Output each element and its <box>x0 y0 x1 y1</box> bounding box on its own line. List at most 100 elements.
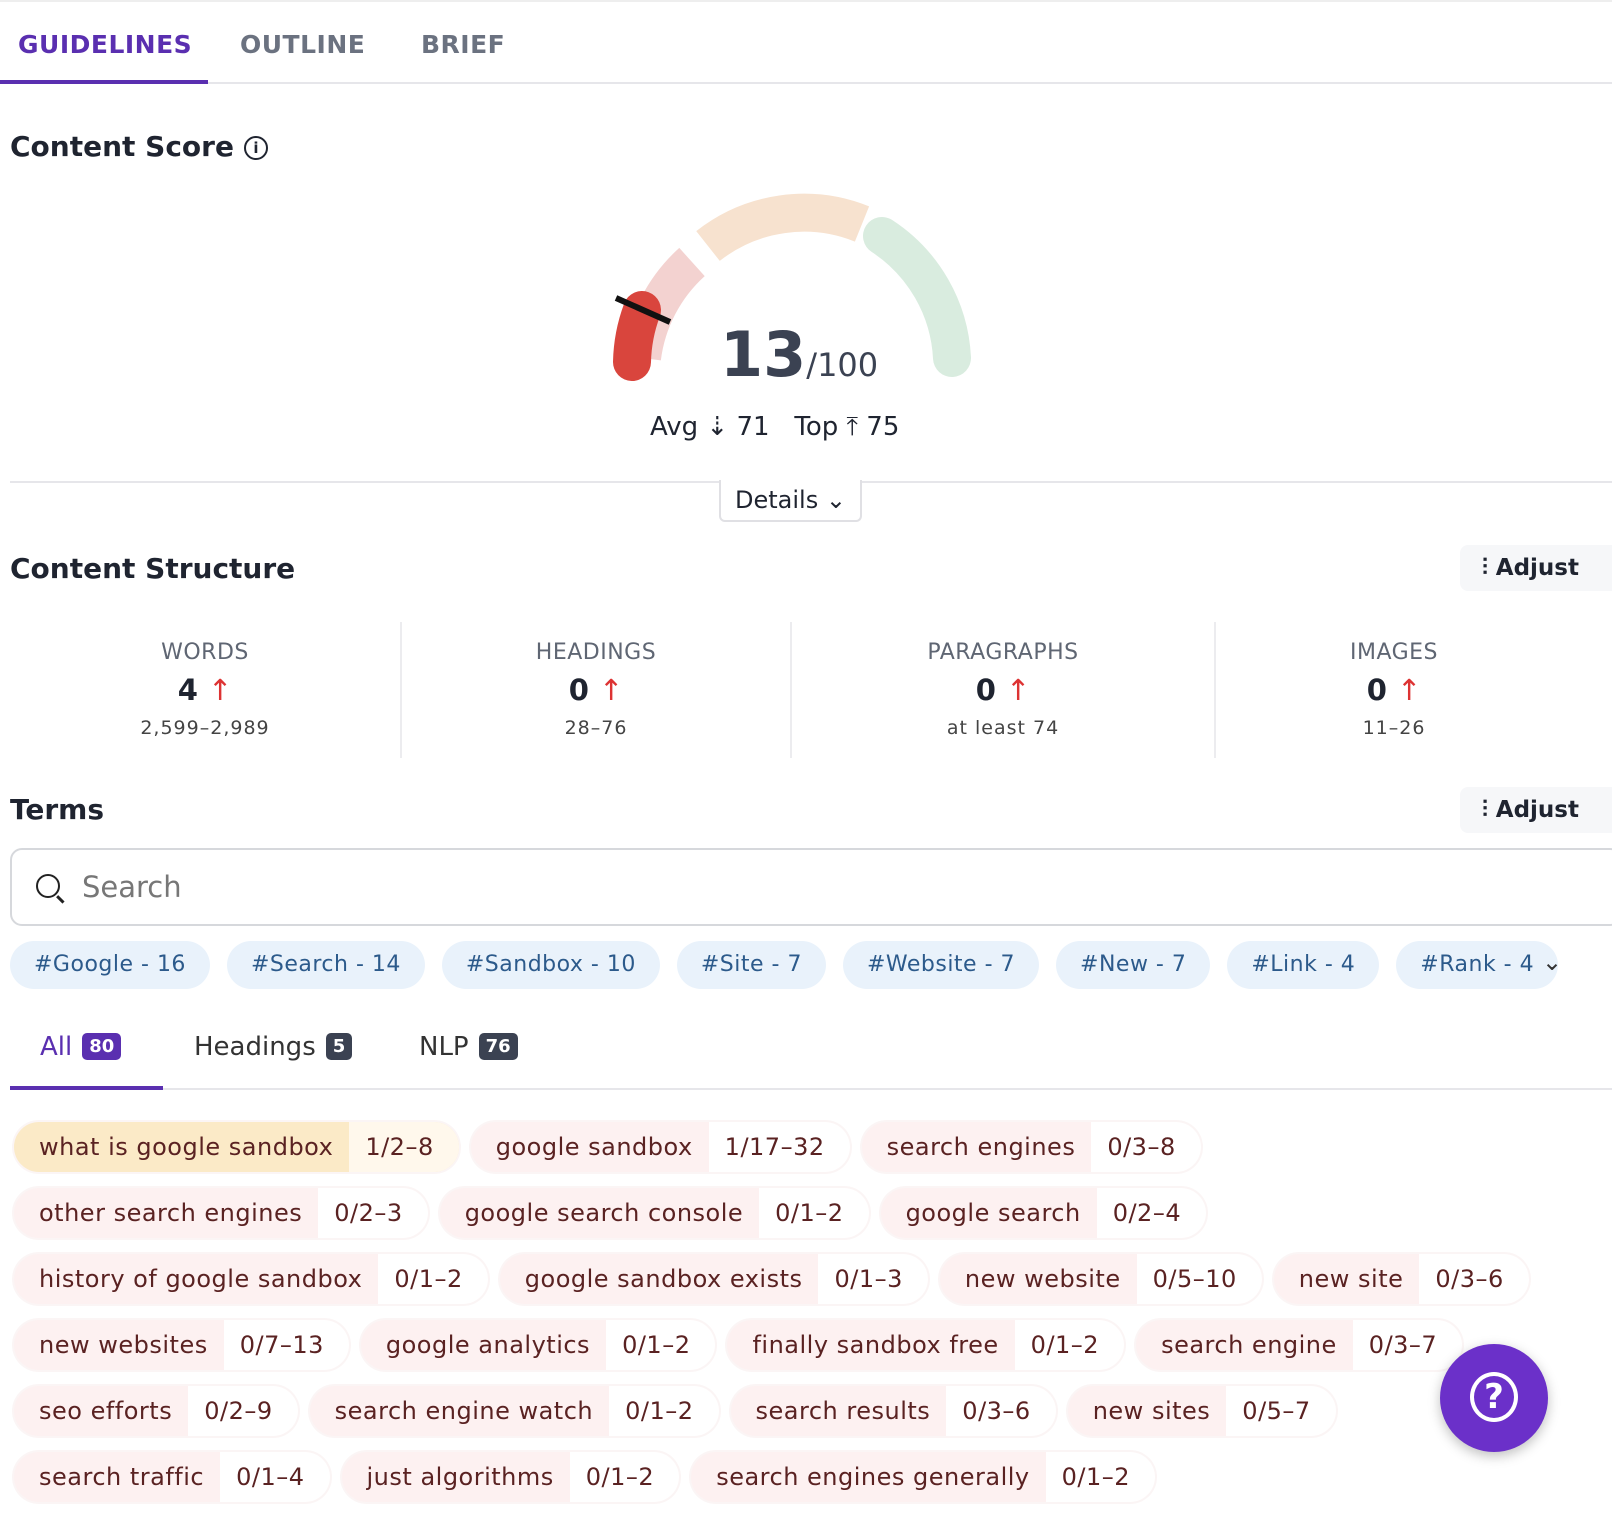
term-count: 0/1–2 <box>1014 1320 1125 1370</box>
term-text: just algorithms <box>366 1463 554 1491</box>
topic-tag[interactable]: #Website - 7 <box>842 941 1040 989</box>
benchmarks: Avg ⇣ 71 Top ⤒ 75 <box>650 412 899 443</box>
terms-adjust-button[interactable]: ⫶ Adjust <box>1460 787 1612 833</box>
stat-value: 4 <box>177 673 198 707</box>
active-tab-indicator <box>0 80 208 84</box>
term-chip[interactable]: history of google sandbox 0/1–2 <box>14 1254 488 1304</box>
structure-adjust-button[interactable]: ⫶ Adjust <box>1460 545 1612 591</box>
term-chip[interactable]: new site 0/3–6 <box>1273 1254 1529 1304</box>
term-chip[interactable]: what is google sandbox 1/2–8 <box>14 1122 459 1172</box>
subtab-label: All <box>40 1032 73 1062</box>
count-badge: 76 <box>478 1033 518 1060</box>
term-chip[interactable]: search results 0/3–6 <box>730 1386 1056 1436</box>
search-icon <box>36 874 60 898</box>
content-structure-title: Content Structure <box>10 552 296 585</box>
term-chip[interactable]: new website 0/5–10 <box>939 1254 1262 1304</box>
stat-range: at least 74 <box>946 717 1060 739</box>
chevron-down-icon[interactable]: ⌄ <box>1542 948 1562 976</box>
gauge-track-mid <box>696 193 870 262</box>
term-chip[interactable]: search engines generally 0/1–2 <box>691 1452 1156 1502</box>
stat-images: IMAGES 0 ↑ 11–26 <box>1216 622 1572 758</box>
term-text: google analytics <box>385 1331 591 1359</box>
topic-tag[interactable]: #New - 7 <box>1056 941 1211 989</box>
topic-tag[interactable]: #Site - 7 <box>676 941 826 989</box>
gauge-fill <box>613 291 661 381</box>
term-chip[interactable]: just algorithms 0/1–2 <box>341 1452 680 1502</box>
stat-label: PARAGRAPHS <box>927 640 1079 665</box>
term-count: 0/5–7 <box>1226 1386 1336 1436</box>
term-count: 0/1–2 <box>378 1254 488 1304</box>
details-label: Details <box>735 486 819 514</box>
arrow-up-icon: ↑ <box>598 673 624 707</box>
term-chip[interactable]: search engines 0/3–8 <box>861 1122 1201 1172</box>
term-text: search engine watch <box>334 1397 594 1425</box>
stat-value: 0 <box>1366 673 1387 707</box>
chevron-down-icon: ⌄ <box>825 486 846 514</box>
term-count: 0/1–2 <box>759 1188 869 1238</box>
term-chip[interactable]: google search console 0/1–2 <box>439 1188 869 1238</box>
term-text: search traffic <box>39 1463 205 1491</box>
term-count: 0/3–8 <box>1091 1122 1201 1172</box>
term-chip[interactable]: google sandbox 1/17–32 <box>470 1122 850 1172</box>
term-count: 0/1–2 <box>609 1386 719 1436</box>
gauge-track-high <box>863 217 971 377</box>
terms-list: what is google sandbox 1/2–8 google sandbo… <box>14 1122 1554 1502</box>
subtab-all[interactable]: All 80 <box>40 1032 122 1062</box>
term-chip[interactable]: other search engines 0/2–3 <box>14 1188 428 1238</box>
stat-words: WORDS 4 ↑ 2,599–2,989 <box>10 622 400 758</box>
adjust-label: Adjust <box>1495 797 1579 823</box>
tab-outline[interactable]: OUTLINE <box>240 30 365 59</box>
topic-tag[interactable]: #Sandbox - 10 <box>441 941 660 989</box>
stat-label: WORDS <box>161 640 249 665</box>
topic-tag[interactable]: #Search - 14 <box>226 941 425 989</box>
help-button[interactable]: ? <box>1440 1344 1548 1452</box>
search-placeholder: Search <box>82 870 182 904</box>
terms-title: Terms <box>10 793 105 826</box>
terms-search-input[interactable]: Search <box>10 848 1612 926</box>
stat-value: 0 <box>975 673 996 707</box>
stat-range: 11–26 <box>1362 717 1426 739</box>
term-text: search results <box>755 1397 931 1425</box>
term-text: search engine <box>1161 1331 1337 1359</box>
term-chip[interactable]: new sites 0/5–7 <box>1067 1386 1336 1436</box>
stat-label: IMAGES <box>1349 640 1439 665</box>
term-text: seo efforts <box>39 1397 173 1425</box>
content-score-title: Content Score i <box>10 130 268 163</box>
term-text: google search <box>905 1199 1081 1227</box>
stat-range: 2,599–2,989 <box>140 717 270 739</box>
tab-guidelines[interactable]: GUIDELINES <box>18 30 192 59</box>
term-text: what is google sandbox <box>39 1133 334 1161</box>
term-text: search engines generally <box>716 1463 1030 1491</box>
subtab-headings[interactable]: Headings 5 <box>194 1032 353 1062</box>
tab-brief[interactable]: BRIEF <box>421 30 505 59</box>
help-icon: ? <box>1470 1372 1518 1422</box>
info-icon[interactable]: i <box>243 136 268 160</box>
top-label: Top <box>794 412 839 442</box>
term-chip[interactable]: google sandbox exists 0/1–3 <box>499 1254 928 1304</box>
term-count: 0/3–6 <box>1419 1254 1529 1304</box>
term-chip[interactable]: seo efforts 0/2–9 <box>14 1386 298 1436</box>
term-chip[interactable]: search traffic 0/1–4 <box>14 1452 330 1502</box>
details-button[interactable]: Details ⌄ <box>719 480 862 522</box>
term-chip[interactable]: search engine 0/3–7 <box>1136 1320 1463 1370</box>
stat-value: 0 <box>568 673 589 707</box>
topic-tag[interactable]: #Link - 4 <box>1227 941 1380 989</box>
arrow-up-icon: ↑ <box>1396 673 1422 707</box>
stat-label: HEADINGS <box>535 640 657 665</box>
topic-tag[interactable]: #Google - 16 <box>10 941 210 989</box>
term-chip[interactable]: new websites 0/7–13 <box>14 1320 349 1370</box>
term-text: history of google sandbox <box>39 1265 363 1293</box>
subtab-nlp[interactable]: NLP 76 <box>419 1032 518 1062</box>
term-chip[interactable]: google search 0/2–4 <box>880 1188 1207 1238</box>
score-number: 13 <box>720 318 807 391</box>
term-count: 0/2–9 <box>188 1386 298 1436</box>
term-count: 1/17–32 <box>708 1122 850 1172</box>
term-count: 0/3–7 <box>1352 1320 1463 1370</box>
term-chip[interactable]: search engine watch 0/1–2 <box>309 1386 719 1436</box>
term-chip[interactable]: finally sandbox free 0/1–2 <box>727 1320 1125 1370</box>
topic-tags: #Google - 16 #Search - 14 #Sandbox - 10 #Si… <box>10 941 1559 989</box>
term-count: 0/5–10 <box>1136 1254 1262 1304</box>
topic-tag[interactable]: #Rank - 4 <box>1396 941 1559 989</box>
term-chip[interactable]: google analytics 0/1–2 <box>360 1320 716 1370</box>
term-count: 0/1–2 <box>569 1452 680 1502</box>
